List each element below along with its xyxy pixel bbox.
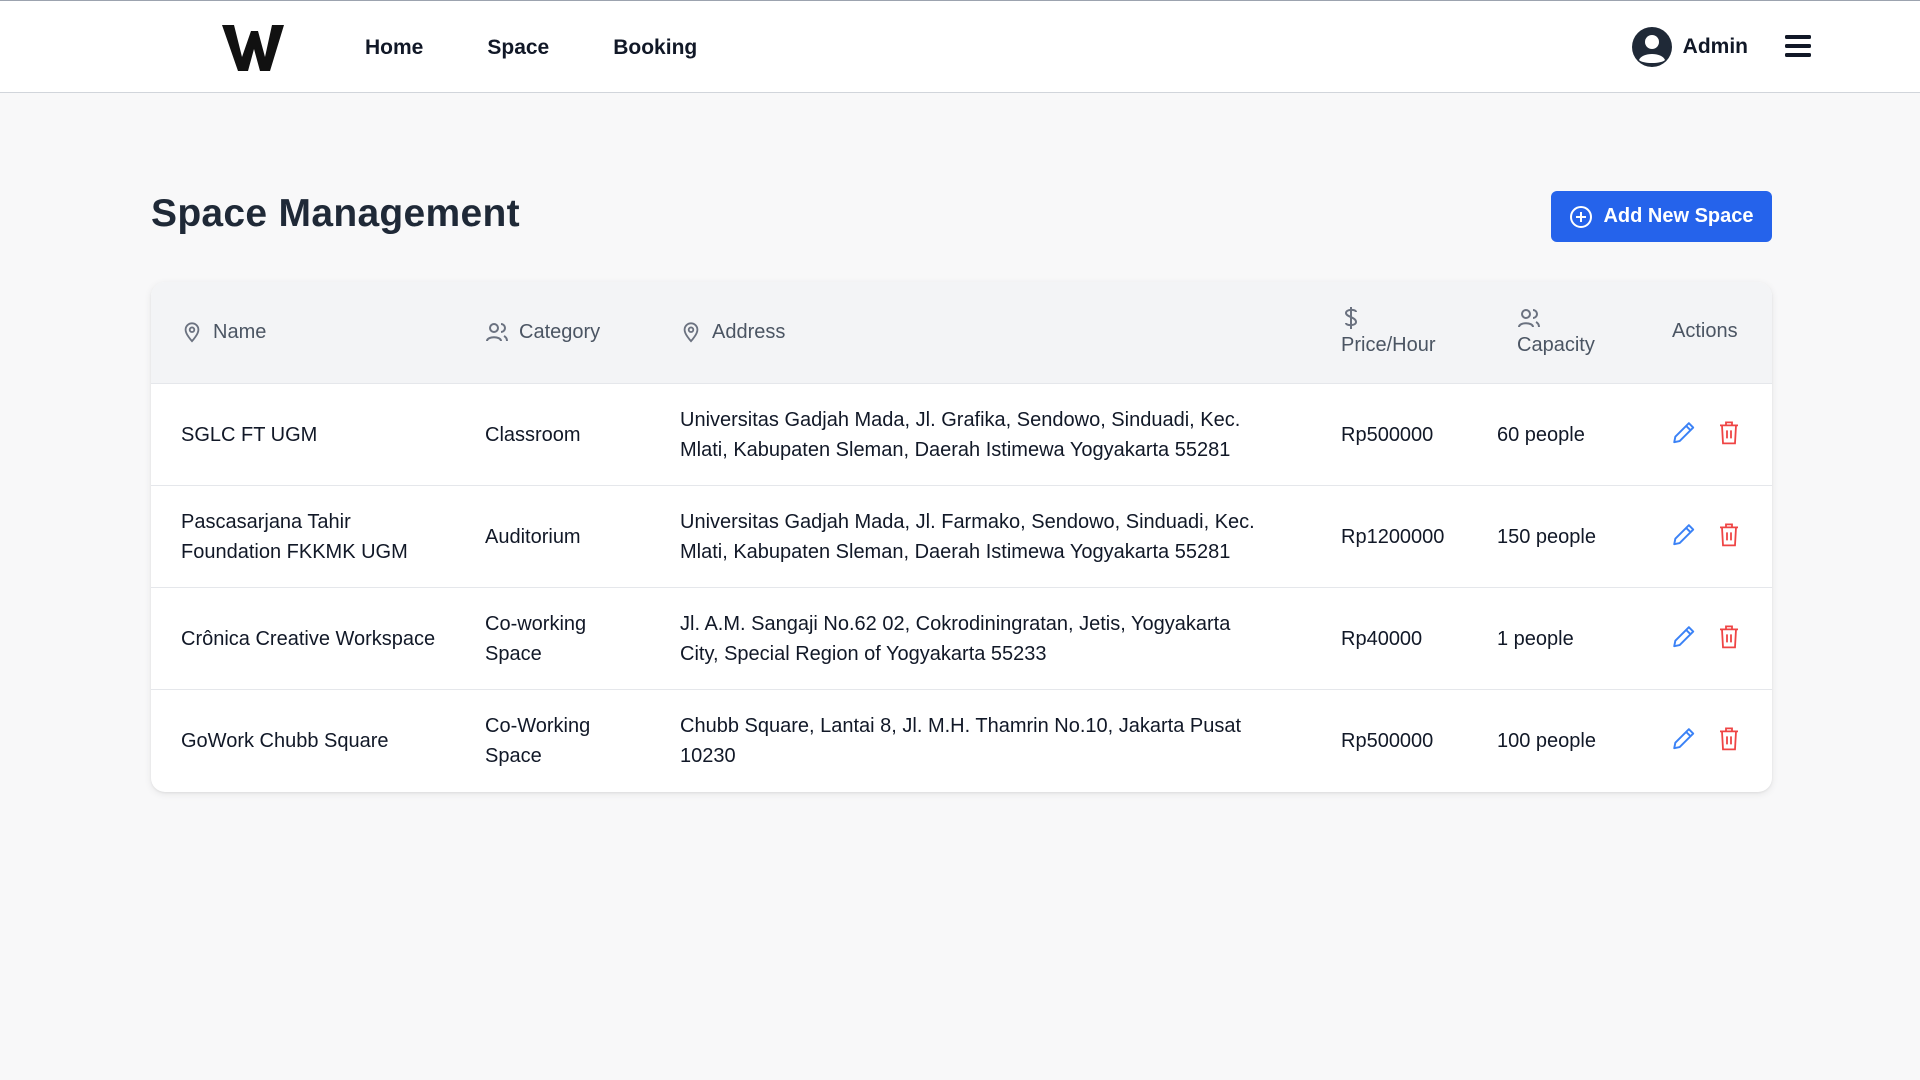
add-new-space-label: Add New Space: [1603, 205, 1754, 227]
edit-pencil-icon[interactable]: [1671, 521, 1697, 547]
header-name: Name: [181, 320, 266, 344]
header-address: Address: [680, 320, 785, 344]
add-new-space-button[interactable]: Add New Space: [1551, 191, 1772, 242]
table-row: Pascasarjana Tahir Foundation FKKMK UGM …: [151, 485, 1772, 587]
user-circle-icon: [1631, 27, 1672, 67]
cell-price: Rp500000: [1341, 729, 1434, 752]
nav-space[interactable]: Space: [487, 36, 549, 60]
cell-capacity: 60 people: [1497, 423, 1585, 446]
cell-category: Classroom: [485, 423, 581, 446]
trash-icon[interactable]: [1717, 725, 1741, 751]
top-navbar: Home Space Booking Admin: [0, 0, 1920, 93]
trash-icon[interactable]: [1717, 419, 1741, 445]
header-actions: Actions: [1672, 320, 1738, 343]
map-pin-icon: [184, 322, 200, 343]
hamburger-menu-icon[interactable]: [1783, 31, 1813, 61]
table-row: GoWork Chubb Square Co-Working Space Chu…: [151, 689, 1772, 791]
cell-address: Chubb Square, Lantai 8, Jl. M.H. Thamrin…: [680, 714, 1242, 767]
header-address-label: Address: [712, 320, 786, 343]
header-capacity: Capacity: [1517, 306, 1595, 357]
header-actions-label: Actions: [1672, 320, 1738, 342]
cell-price: Rp1200000: [1341, 525, 1445, 548]
header-price: Price/Hour: [1341, 306, 1435, 357]
nav-links: Home Space Booking: [365, 1, 761, 94]
cell-category: Auditorium: [485, 525, 581, 548]
trash-icon[interactable]: [1717, 623, 1741, 649]
trash-icon[interactable]: [1717, 521, 1741, 547]
users-icon: [1518, 309, 1540, 328]
cell-name: GoWork Chubb Square: [181, 729, 389, 752]
map-pin-icon: [683, 322, 699, 343]
cell-address: Universitas Gadjah Mada, Jl. Farmako, Se…: [680, 510, 1255, 563]
table-row: SGLC FT UGM Classroom Universitas Gadjah…: [151, 383, 1772, 485]
table-row: Crônica Creative Workspace Co-working Sp…: [151, 587, 1772, 689]
header-category: Category: [485, 320, 600, 344]
cell-address: Universitas Gadjah Mada, Jl. Grafika, Se…: [680, 408, 1241, 461]
users-icon: [486, 323, 508, 342]
cell-capacity: 100 people: [1497, 729, 1596, 752]
header-category-label: Category: [519, 320, 601, 343]
table-header: Name Category Address Price/Hour Capacit…: [151, 282, 1772, 383]
cell-address: Jl. A.M. Sangaji No.62 02, Cokrodiningra…: [680, 612, 1231, 665]
dollar-icon: [1344, 307, 1358, 329]
header-name-label: Name: [213, 320, 267, 343]
header-price-label: Price/Hour: [1341, 334, 1436, 356]
edit-pencil-icon[interactable]: [1671, 419, 1697, 445]
page-title: Space Management: [151, 192, 520, 235]
nav-booking[interactable]: Booking: [613, 36, 697, 60]
nav-home[interactable]: Home: [365, 36, 423, 60]
header-capacity-label: Capacity: [1517, 334, 1595, 356]
edit-pencil-icon[interactable]: [1671, 725, 1697, 751]
cell-price: Rp500000: [1341, 423, 1434, 446]
cell-name: SGLC FT UGM: [181, 423, 318, 446]
cell-category: Co-working Space: [485, 612, 587, 665]
cell-capacity: 1 people: [1497, 627, 1574, 650]
user-name: Admin: [1682, 35, 1748, 58]
plus-circle-icon: [1570, 205, 1593, 228]
cell-category: Co-Working Space: [485, 714, 591, 767]
cell-price: Rp40000: [1341, 627, 1423, 650]
cell-name: Crônica Creative Workspace: [181, 627, 436, 650]
spaces-table: Name Category Address Price/Hour Capacit…: [151, 282, 1772, 792]
user-menu[interactable]: Admin: [1631, 25, 1748, 69]
w-logo[interactable]: [220, 21, 286, 73]
cell-name: Pascasarjana Tahir Foundation FKKMK UGM: [181, 510, 408, 563]
cell-capacity: 150 people: [1497, 525, 1596, 548]
edit-pencil-icon[interactable]: [1671, 623, 1697, 649]
